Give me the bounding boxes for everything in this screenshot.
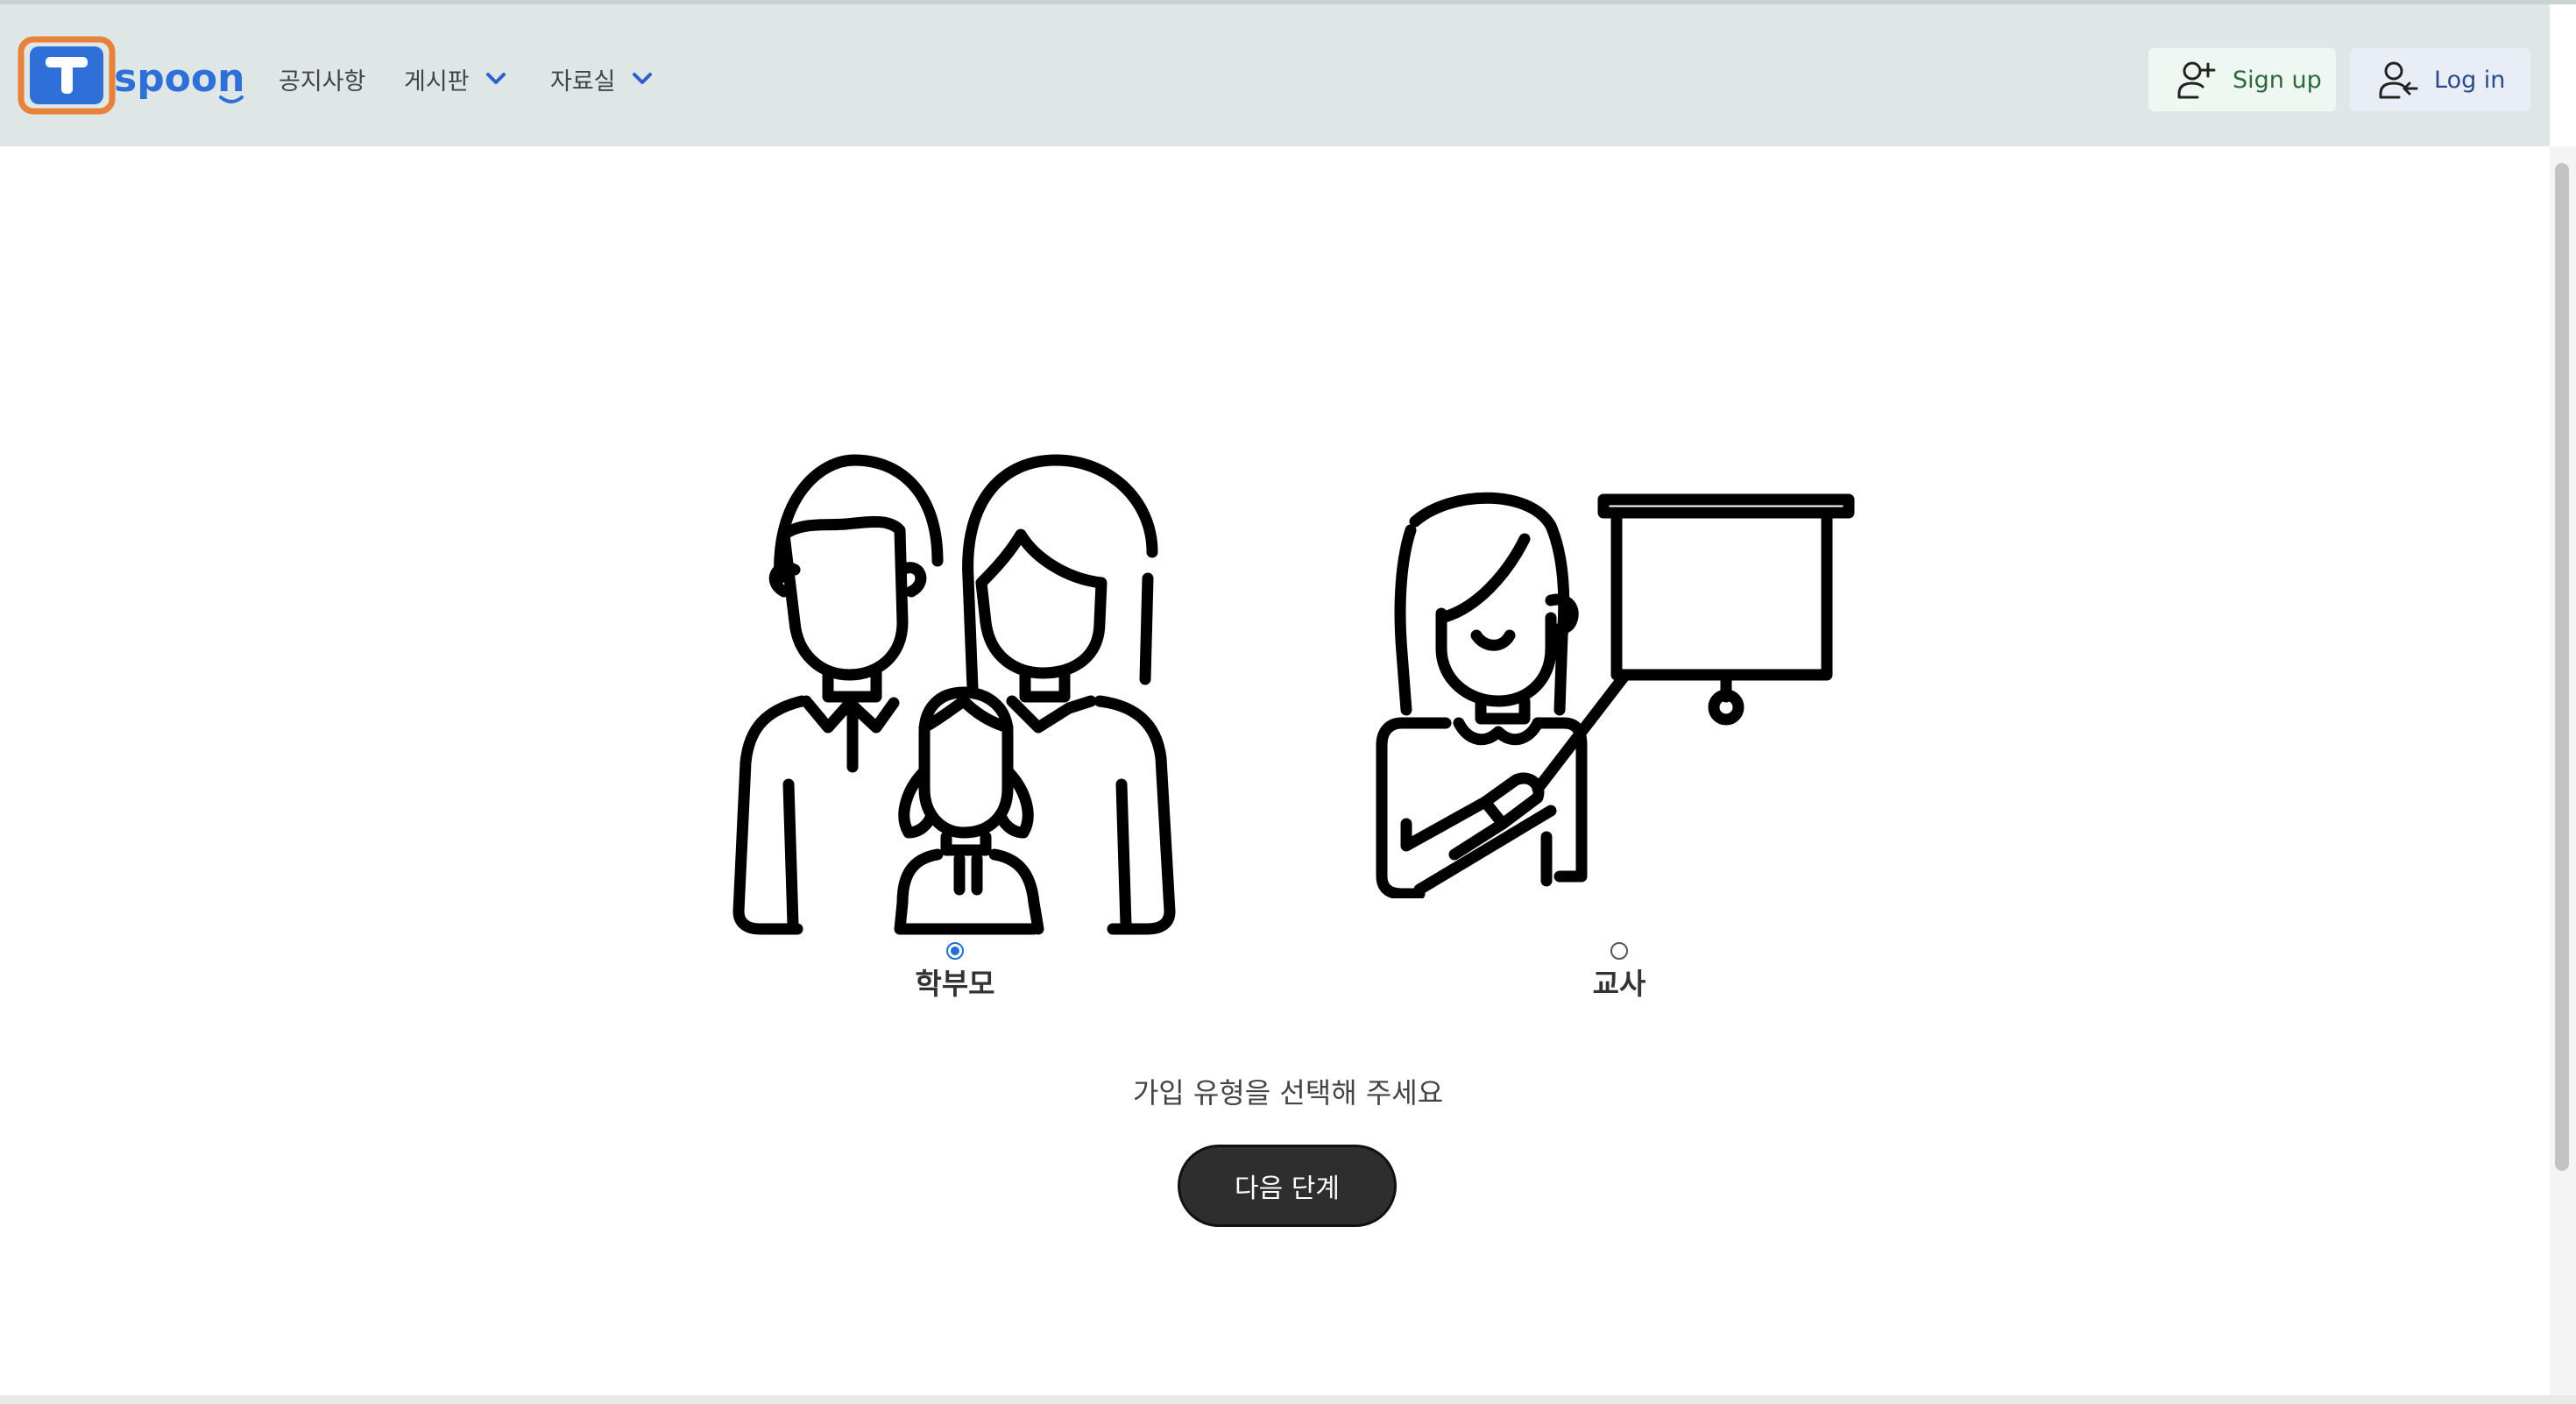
parent-label: 학부모	[915, 967, 995, 1001]
family-icon[interactable]	[714, 447, 1196, 938]
chevron-down-icon	[485, 73, 506, 84]
user-login-icon	[2379, 61, 2418, 99]
spoon-wordmark: spoon	[114, 56, 244, 101]
teacher-label: 교사	[1592, 967, 1646, 1001]
nav-board-label: 게시판	[404, 67, 470, 96]
nav-library-label: 자료실	[550, 67, 616, 96]
signup-label: Sign up	[2233, 66, 2322, 94]
login-button[interactable]: Log in	[2350, 48, 2530, 111]
signup-button[interactable]: Sign up	[2148, 48, 2336, 111]
next-step-button[interactable]: 다음 단계	[1178, 1145, 1397, 1227]
window-bottom-edge	[0, 1395, 2576, 1404]
user-plus-icon	[2177, 61, 2216, 99]
nav-notice[interactable]: 공지사항	[279, 57, 365, 101]
spoon-logo[interactable]: spoon	[18, 36, 247, 118]
scrollbar-thumb[interactable]	[2555, 163, 2569, 1171]
nav-board[interactable]: 게시판	[404, 57, 506, 101]
teacher-icon[interactable]	[1371, 478, 1862, 898]
select-type-prompt: 가입 유형을 선택해 주세요	[1132, 1076, 1444, 1110]
top-navbar: spoon 공지사항 게시판 자료실 Sign up Log in	[0, 4, 2550, 146]
login-label: Log in	[2434, 66, 2506, 94]
teacher-radio[interactable]	[1610, 942, 1628, 960]
nav-notice-label: 공지사항	[279, 67, 366, 96]
nav-library[interactable]: 자료실	[550, 57, 653, 101]
chevron-down-icon	[632, 73, 652, 84]
parent-radio[interactable]	[946, 942, 964, 960]
